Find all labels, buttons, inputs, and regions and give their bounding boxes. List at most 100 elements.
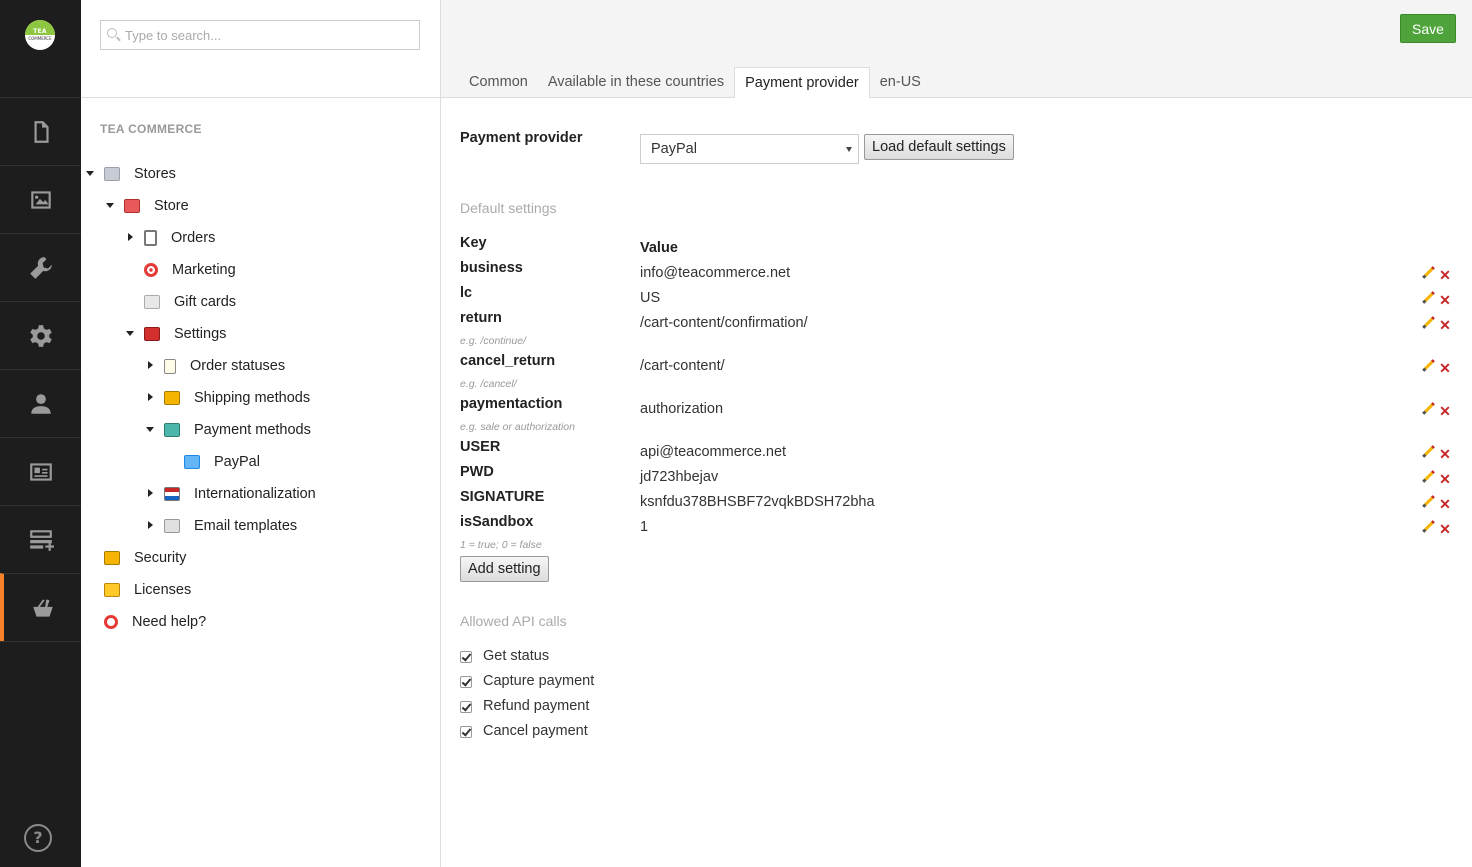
add-setting-button[interactable]: Add setting bbox=[460, 556, 549, 582]
tab-en-us[interactable]: en-US bbox=[870, 67, 931, 98]
delete-icon[interactable]: ✕ bbox=[1439, 472, 1451, 486]
edit-pencil-icon[interactable] bbox=[1421, 495, 1435, 509]
tree-node-label: Gift cards bbox=[174, 294, 237, 310]
edit-pencil-icon[interactable] bbox=[1421, 316, 1435, 330]
forms-icon bbox=[29, 529, 54, 551]
setting-value: ksnfdu378BHSBF72vqkBDSH72bha bbox=[640, 494, 875, 510]
rail-content[interactable] bbox=[0, 97, 81, 165]
tree-node-gift-cards[interactable]: Gift cards bbox=[126, 290, 236, 314]
edit-pencil-icon[interactable] bbox=[1421, 470, 1435, 484]
tree-node-payment-methods[interactable]: Payment methods bbox=[146, 418, 311, 442]
tree-node-internationalization[interactable]: Internationalization bbox=[146, 482, 316, 506]
rail-users[interactable] bbox=[0, 369, 81, 437]
tree-node-need-help[interactable]: Need help? bbox=[86, 610, 206, 634]
app-rail: TEA COMMERCE ? bbox=[0, 0, 81, 867]
tree-node-shipping-methods[interactable]: Shipping methods bbox=[146, 386, 310, 410]
tree-node-store[interactable]: Store bbox=[106, 194, 189, 218]
collapse-arrow-icon[interactable] bbox=[146, 425, 156, 435]
tree-node-label: Order statuses bbox=[190, 358, 286, 374]
expand-arrow-icon[interactable] bbox=[126, 233, 136, 243]
edit-pencil-icon[interactable] bbox=[1421, 359, 1435, 373]
rail-forms[interactable] bbox=[0, 505, 81, 573]
rail-developer[interactable] bbox=[0, 233, 81, 301]
expand-arrow-icon[interactable] bbox=[146, 393, 156, 403]
tree-search[interactable] bbox=[100, 20, 420, 50]
rail-settings[interactable] bbox=[0, 301, 81, 369]
delete-icon[interactable]: ✕ bbox=[1439, 404, 1451, 418]
load-default-settings-button[interactable]: Load default settings bbox=[864, 134, 1014, 160]
credit-card-icon bbox=[184, 455, 200, 469]
delete-icon[interactable]: ✕ bbox=[1439, 361, 1451, 375]
lock-icon bbox=[104, 551, 120, 565]
search-input[interactable] bbox=[125, 21, 415, 49]
tree-node-marketing[interactable]: Marketing bbox=[126, 258, 236, 282]
truck-icon bbox=[164, 391, 180, 405]
delete-icon[interactable]: ✕ bbox=[1439, 268, 1451, 282]
tree-node-label: Orders bbox=[171, 230, 216, 246]
tree-node-orders[interactable]: Orders bbox=[126, 226, 215, 250]
payment-provider-select[interactable]: PayPal bbox=[640, 134, 859, 164]
tree-node-label: Marketing bbox=[172, 262, 236, 278]
tree-node-settings[interactable]: Settings bbox=[126, 322, 226, 346]
tree-node-label: Internationalization bbox=[194, 486, 316, 502]
tree-node-label: Security bbox=[134, 550, 187, 566]
save-button[interactable]: Save bbox=[1400, 14, 1456, 43]
selected-value: PayPal bbox=[651, 141, 697, 157]
setting-value: api@teacommerce.net bbox=[640, 444, 787, 460]
setting-key: return bbox=[460, 310, 502, 326]
search-icon bbox=[107, 28, 117, 38]
tab-payment-provider[interactable]: Payment provider bbox=[734, 67, 870, 99]
collapse-arrow-icon[interactable] bbox=[106, 201, 116, 211]
building-icon bbox=[104, 167, 120, 181]
tree-node-label: Stores bbox=[134, 166, 176, 182]
setting-hint: e.g. /continue/ bbox=[460, 335, 526, 347]
delete-icon[interactable]: ✕ bbox=[1439, 318, 1451, 332]
tree-node-security[interactable]: Security bbox=[86, 546, 186, 570]
delete-icon[interactable]: ✕ bbox=[1439, 522, 1451, 536]
delete-icon[interactable]: ✕ bbox=[1439, 447, 1451, 461]
tea-commerce-logo[interactable]: TEA COMMERCE bbox=[25, 20, 55, 50]
checkbox-refund-payment[interactable] bbox=[460, 701, 472, 713]
tab-common[interactable]: Common bbox=[459, 67, 538, 98]
checklist-icon bbox=[164, 358, 176, 374]
target-icon bbox=[144, 263, 158, 277]
help-icon[interactable]: ? bbox=[24, 824, 52, 852]
payment-provider-label: Payment provider bbox=[460, 130, 583, 146]
gift-card-icon bbox=[144, 295, 160, 309]
rail-media[interactable] bbox=[0, 165, 81, 233]
setting-value: /cart-content/ bbox=[640, 358, 725, 374]
logo-text: TEA bbox=[33, 28, 47, 35]
tree-node-stores[interactable]: Stores bbox=[86, 162, 176, 186]
tree-node-label: Store bbox=[154, 198, 189, 214]
tree-node-licenses[interactable]: Licenses bbox=[86, 578, 191, 602]
tree-node-label: PayPal bbox=[214, 454, 260, 470]
content-icon bbox=[34, 120, 49, 143]
tree-node-paypal[interactable]: PayPal bbox=[166, 450, 260, 474]
rail-divider bbox=[0, 641, 81, 642]
delete-icon[interactable]: ✕ bbox=[1439, 497, 1451, 511]
edit-pencil-icon[interactable] bbox=[1421, 266, 1435, 280]
expand-arrow-icon[interactable] bbox=[146, 489, 156, 499]
developer-icon bbox=[29, 256, 52, 279]
rail-tea-commerce[interactable] bbox=[0, 573, 81, 641]
setting-value: 1 bbox=[640, 519, 649, 535]
expand-arrow-icon[interactable] bbox=[146, 361, 156, 371]
rail-members[interactable] bbox=[0, 437, 81, 505]
expand-arrow-icon[interactable] bbox=[146, 521, 156, 531]
delete-icon[interactable]: ✕ bbox=[1439, 293, 1451, 307]
checkbox-capture-payment[interactable] bbox=[460, 676, 472, 688]
edit-pencil-icon[interactable] bbox=[1421, 445, 1435, 459]
tree-node-label: Need help? bbox=[132, 614, 207, 630]
lifebuoy-icon bbox=[104, 615, 118, 629]
checkbox-cancel-payment[interactable] bbox=[460, 726, 472, 738]
setting-hint: e.g. sale or authorization bbox=[460, 421, 575, 433]
collapse-arrow-icon[interactable] bbox=[86, 169, 96, 179]
checkbox-get-status[interactable] bbox=[460, 651, 472, 663]
edit-pencil-icon[interactable] bbox=[1421, 402, 1435, 416]
tree-node-order-statuses[interactable]: Order statuses bbox=[146, 354, 285, 378]
collapse-arrow-icon[interactable] bbox=[126, 329, 136, 339]
edit-pencil-icon[interactable] bbox=[1421, 291, 1435, 305]
edit-pencil-icon[interactable] bbox=[1421, 520, 1435, 534]
tab-available-countries[interactable]: Available in these countries bbox=[538, 67, 734, 98]
tree-node-email-templates[interactable]: Email templates bbox=[146, 514, 297, 538]
